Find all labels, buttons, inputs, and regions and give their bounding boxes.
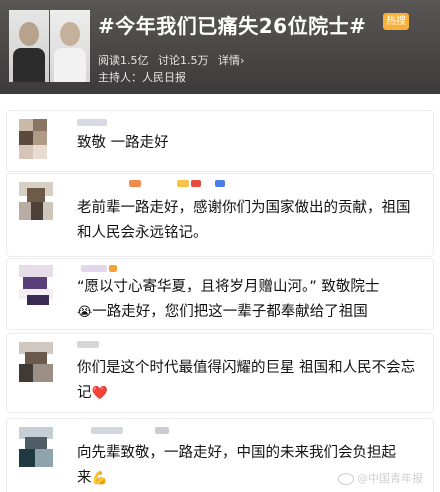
flexed-bicep-emoji-icon: 💪 [91,471,108,486]
comment-text: “愿以寸心寄华夏，且将岁月赠山河。” 致敬院士 😭一路走好，您们把这一辈子都奉献… [77,275,421,325]
badge-blurred [191,180,201,187]
portrait-head [19,22,39,46]
comment-text: 致敬 一路走好 [77,135,169,151]
topic-stats: 阅读1.5亿 讨论1.5万 详情› [98,52,250,68]
avatar[interactable] [19,342,53,384]
discussion-count: 讨论1.5万 [158,54,209,67]
portrait-body [13,48,45,82]
username-blurred[interactable] [77,341,99,348]
watermark-text: @中国青年报 [357,472,423,485]
comment-card: 致敬 一路走好 [6,110,434,172]
badge-blurred [155,427,169,434]
badge-blurred [215,180,225,187]
watermark: @中国青年报 [338,470,423,486]
comment-text: 老前辈一路走好，感谢你们为国家做出的贡献，祖国和人民会永远铭记。 [77,200,411,241]
comment-card: 老前辈一路走好，感谢你们为国家做出的贡献，祖国和人民会永远铭记。 [6,173,434,257]
topic-thumbnail-right[interactable] [50,10,90,82]
portrait-body [54,48,86,82]
comment-card: “愿以寸心寄华夏，且将岁月赠山河。” 致敬院士 😭一路走好，您们把这一辈子都奉献… [6,258,434,330]
comment-card: 你们是这个时代最值得闪耀的巨星 祖国和人民不会忘记❤️ [6,333,434,413]
badge-blurred [177,180,189,187]
details-link[interactable]: 详情› [218,54,244,67]
crying-emoji-icon: 😭 [77,305,93,320]
heart-emoji-icon: ❤️ [91,386,108,401]
comment-line-text: 一路走好，您们把这一辈子都奉献给了祖国 [92,304,368,320]
topic-header: #今年我们已痛失26位院士# 热搜 阅读1.5亿 讨论1.5万 详情› 主持人：… [0,0,440,94]
comment-text: 你们是这个时代最值得闪耀的巨星 祖国和人民不会忘记❤️ [77,356,421,406]
comment-line: “愿以寸心寄华夏，且将岁月赠山河。” 致敬院士 [77,279,380,295]
host-label: 主持人：人民日报 [98,71,186,84]
comment-card: 向先辈致敬，一路走好，中国的未来我们会负担起来💪 @中国青年报 [6,418,434,492]
username-blurred[interactable] [77,119,107,126]
portrait-head [60,22,80,46]
username-blurred[interactable] [91,427,123,434]
avatar[interactable] [19,427,53,469]
topic-thumbnail-left[interactable] [9,10,49,82]
badge-blurred [109,265,117,272]
avatar[interactable] [19,265,53,307]
comment-text-body: 你们是这个时代最值得闪耀的巨星 祖国和人民不会忘记 [77,360,416,401]
topic-title[interactable]: #今年我们已痛失26位院士# [98,10,366,39]
hot-badge: 热搜 [383,13,409,30]
comment-line: 😭一路走好，您们把这一辈子都奉献给了祖国 [77,300,421,325]
username-blurred[interactable] [129,180,141,187]
avatar[interactable] [19,119,53,161]
weibo-logo-icon [338,473,354,485]
read-count: 阅读1.5亿 [98,54,149,67]
username-blurred[interactable] [81,265,107,272]
avatar[interactable] [19,182,53,224]
